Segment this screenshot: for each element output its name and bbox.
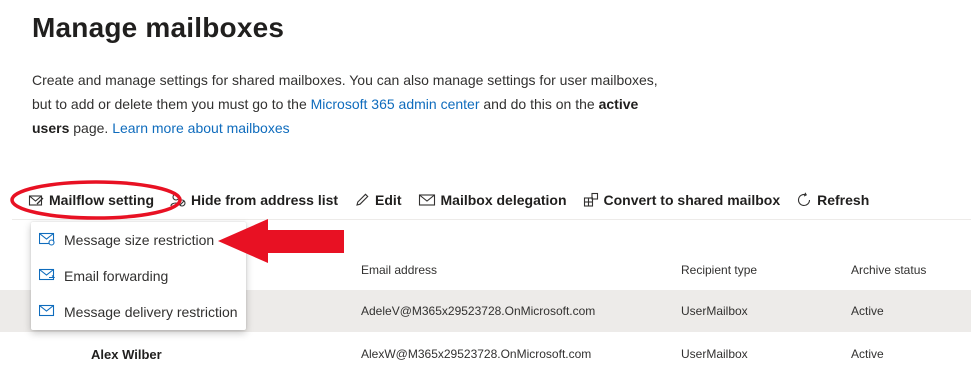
menu-item-label: Message delivery restriction — [64, 304, 238, 320]
description-text: page. — [69, 120, 113, 136]
column-header-email[interactable]: Email address — [361, 263, 437, 277]
refresh-label: Refresh — [817, 192, 870, 208]
row-email: AlexW@M365x29523728.OnMicrosoft.com — [361, 347, 592, 361]
mailflow-setting-menu: Message size restriction Email forwardin… — [31, 222, 246, 330]
toolbar-divider — [12, 219, 971, 220]
page-description: Create and manage settings for shared ma… — [32, 68, 672, 140]
row-recipient-type: UserMailbox — [681, 347, 748, 361]
mailflow-setting-label: Mailflow setting — [49, 192, 154, 208]
menu-item-email-forwarding[interactable]: Email forwarding — [31, 258, 246, 294]
refresh-icon — [796, 192, 812, 208]
mailbox-delegation-label: Mailbox delegation — [440, 192, 567, 208]
learn-more-link[interactable]: Learn more about mailboxes — [112, 120, 289, 136]
mailflow-setting-button[interactable]: Mailflow setting — [28, 192, 154, 208]
row-archive-status: Active — [851, 347, 884, 361]
row-name: Alex Wilber — [91, 347, 162, 362]
hide-from-address-list-button[interactable]: Hide from address list — [170, 192, 338, 208]
mailbox-delegation-icon — [418, 192, 436, 208]
envelope-gear-icon — [38, 232, 55, 249]
command-bar: Mailflow setting Hide from address list … — [28, 187, 885, 213]
envelope-forward-icon — [38, 268, 56, 285]
admin-center-link[interactable]: Microsoft 365 admin center — [311, 96, 480, 112]
mailbox-delegation-button[interactable]: Mailbox delegation — [418, 192, 567, 208]
menu-item-message-size-restriction[interactable]: Message size restriction — [31, 222, 246, 258]
column-header-archive-status[interactable]: Archive status — [851, 263, 926, 277]
edit-label: Edit — [375, 192, 402, 208]
column-header-recipient-type[interactable]: Recipient type — [681, 263, 757, 277]
hide-from-address-list-label: Hide from address list — [191, 192, 339, 208]
menu-item-label: Email forwarding — [64, 268, 169, 284]
refresh-button[interactable]: Refresh — [796, 192, 869, 208]
table-row[interactable]: Alex Wilber AlexW@M365x29523728.OnMicros… — [0, 333, 971, 375]
convert-icon — [583, 192, 599, 208]
page-title: Manage mailboxes — [32, 12, 285, 43]
hide-contact-icon — [170, 192, 186, 208]
row-recipient-type: UserMailbox — [681, 304, 748, 318]
menu-item-label: Message size restriction — [64, 232, 215, 248]
description-text: and do this on the — [479, 96, 599, 112]
row-email: AdeleV@M365x29523728.OnMicrosoft.com — [361, 304, 596, 318]
convert-to-shared-mailbox-button[interactable]: Convert to shared mailbox — [583, 192, 781, 208]
menu-item-message-delivery-restriction[interactable]: Message delivery restriction — [31, 294, 246, 330]
convert-label: Convert to shared mailbox — [603, 192, 781, 208]
envelope-icon — [38, 304, 55, 321]
pencil-icon — [354, 192, 370, 208]
mailflow-icon — [28, 192, 44, 208]
row-archive-status: Active — [851, 304, 884, 318]
edit-button[interactable]: Edit — [354, 192, 402, 208]
